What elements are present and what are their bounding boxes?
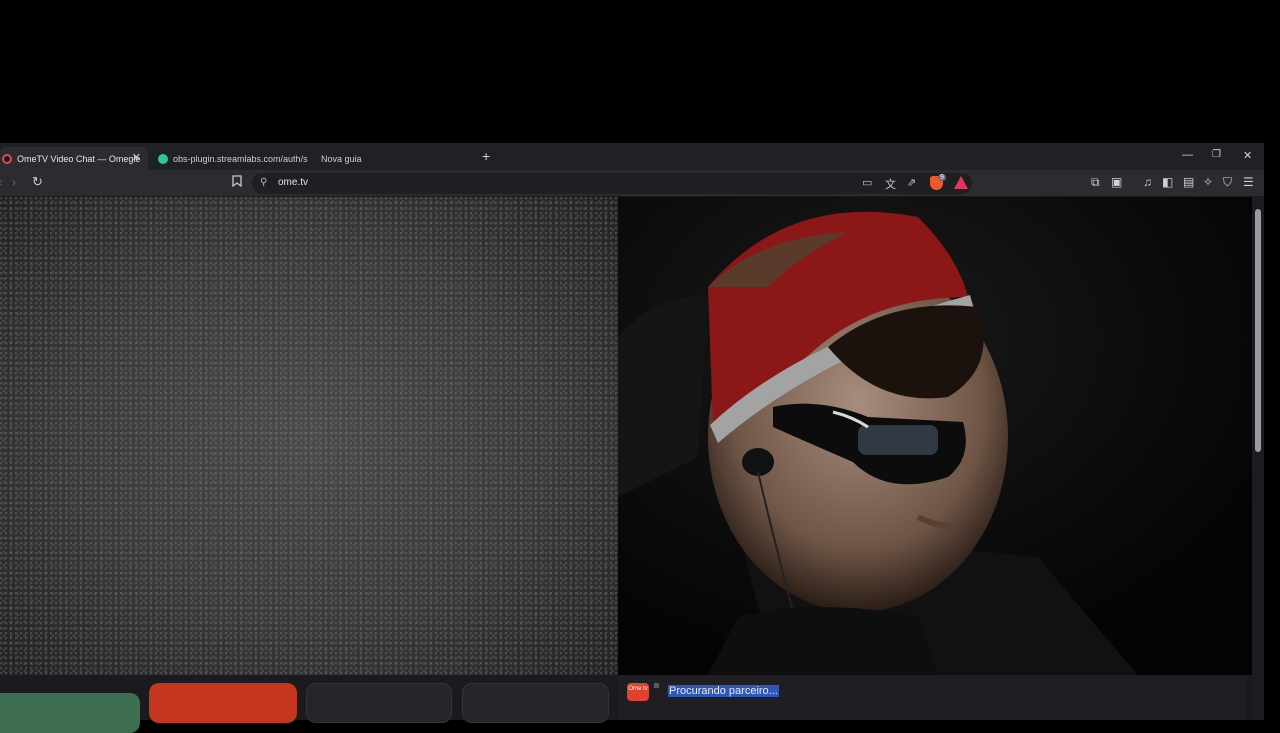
close-icon[interactable]: ✕	[132, 151, 141, 164]
rewards-icon[interactable]	[954, 176, 968, 189]
control-button-4[interactable]	[462, 683, 609, 723]
page-content: Ome tv Procurando parceiro...	[0, 197, 1264, 733]
share-icon[interactable]: ⇗	[907, 176, 916, 189]
webcam-person-image	[618, 197, 1252, 675]
window-close-button[interactable]: ✕	[1243, 149, 1252, 162]
control-button-3[interactable]	[306, 683, 452, 723]
extensions-icon[interactable]: ⧉	[1091, 175, 1100, 190]
self-camera-video	[618, 197, 1252, 675]
translate-icon[interactable]: 文	[885, 176, 896, 192]
streamlabs-icon	[158, 153, 168, 164]
toolbar: ‹ › ↻ ⚲ ome.tv ▭ 文 ⇗ 9 ⧉ ▣ ♫ ◧ ▤ ✧ ⛉ ☰	[0, 170, 1264, 197]
tab-strip: OmeTV Video Chat — Omegle ✕ obs-plugin.s…	[0, 143, 1264, 170]
tab-label: OmeTV Video Chat — Omegle	[17, 153, 141, 164]
recording-icon	[2, 153, 12, 164]
new-tab-button[interactable]: +	[482, 148, 490, 164]
chat-panel: Ome tv Procurando parceiro...	[618, 675, 1246, 720]
music-icon[interactable]: ♫	[1143, 175, 1152, 189]
chevron-right-icon[interactable]: ›	[12, 175, 16, 189]
flag-icon	[654, 683, 659, 688]
tab-new-tab[interactable]: Nova guia	[314, 147, 478, 170]
start-button[interactable]	[0, 693, 140, 733]
sidebar-icon[interactable]: ◧	[1162, 175, 1173, 189]
wallet-icon[interactable]: ▤	[1183, 175, 1194, 189]
reload-icon[interactable]: ↻	[32, 174, 43, 190]
chat-status-text: Procurando parceiro...	[668, 685, 779, 697]
browser-window: OmeTV Video Chat — Omegle ✕ obs-plugin.s…	[0, 143, 1264, 733]
tab-label: obs-plugin.streamlabs.com/auth/suc	[173, 153, 308, 164]
desktop-background	[0, 0, 1280, 143]
tab-search-icon[interactable]: ▣	[1111, 175, 1122, 189]
leo-icon[interactable]: ✧	[1203, 175, 1213, 189]
maximize-button[interactable]: ❐	[1212, 149, 1221, 160]
controls-bar: Ome tv Procurando parceiro...	[0, 675, 1252, 733]
minimize-button[interactable]: —	[1182, 149, 1193, 161]
tab-label: Nova guia	[321, 153, 362, 164]
bookmark-icon[interactable]	[232, 175, 242, 190]
shield-count-badge: 9	[938, 174, 946, 181]
chevron-left-icon[interactable]: ‹	[0, 175, 2, 189]
cast-icon[interactable]: ▭	[862, 176, 872, 189]
tab-streamlabs[interactable]: obs-plugin.streamlabs.com/auth/suc	[152, 147, 308, 170]
scroll-thumb[interactable]	[1255, 209, 1261, 452]
address-bar[interactable]: ⚲ ome.tv ▭ 文 ⇗ 9	[252, 173, 972, 194]
url-text[interactable]: ome.tv	[278, 177, 308, 188]
partner-video-static	[0, 197, 618, 675]
menu-icon[interactable]: ☰	[1243, 175, 1254, 189]
site-settings-icon[interactable]: ⚲	[260, 177, 267, 188]
page-scrollbar[interactable]	[1253, 197, 1264, 720]
stop-button[interactable]	[149, 683, 297, 723]
tab-ometv[interactable]: OmeTV Video Chat — Omegle ✕	[0, 147, 148, 170]
vpn-icon[interactable]: ⛉	[1223, 175, 1232, 190]
ometv-logo-icon: Ome tv	[627, 683, 649, 701]
